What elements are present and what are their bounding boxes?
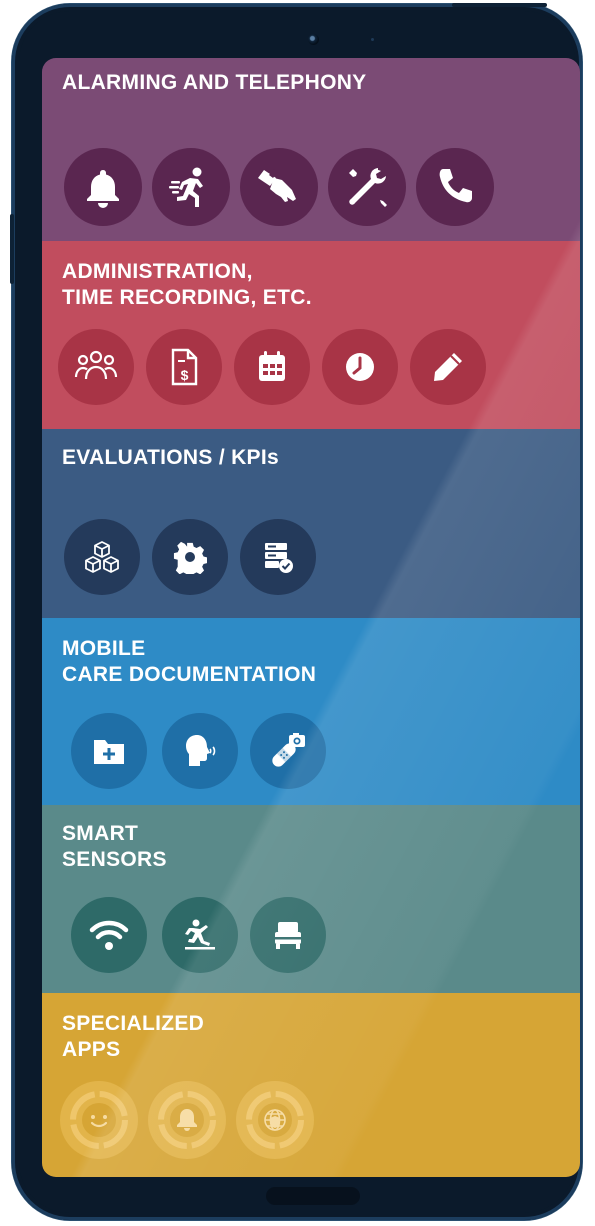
tools-icon[interactable] bbox=[328, 148, 406, 226]
section-title: SMART SENSORS bbox=[62, 822, 167, 871]
bandage-camera-icon[interactable] bbox=[250, 713, 326, 789]
calendar-icon[interactable] bbox=[234, 329, 310, 405]
section-title: MOBILE CARE DOCUMENTATION bbox=[62, 637, 317, 686]
section-evaluations: EVALUATIONS / KPIs bbox=[42, 429, 580, 618]
globe-shield-app-icon[interactable] bbox=[236, 1081, 314, 1159]
folder-plus-icon[interactable] bbox=[71, 713, 147, 789]
phone-icon[interactable] bbox=[416, 148, 494, 226]
wifi-icon[interactable] bbox=[71, 897, 147, 973]
pencil-icon[interactable] bbox=[410, 329, 486, 405]
section-title: ADMINISTRATION, TIME RECORDING, ETC. bbox=[62, 260, 312, 309]
volume-button bbox=[10, 214, 14, 284]
gear-icon[interactable] bbox=[152, 519, 228, 595]
cubes-icon[interactable] bbox=[64, 519, 140, 595]
section-alarming: ALARMING AND TELEPHONY bbox=[42, 58, 580, 241]
proximity-sensor bbox=[371, 38, 374, 41]
running-person-icon[interactable] bbox=[152, 148, 230, 226]
phone-screen: ALARMING AND TELEPHONY ADMINISTRATION, T… bbox=[42, 58, 580, 1177]
front-camera bbox=[308, 34, 319, 45]
fall-detection-icon[interactable] bbox=[162, 897, 238, 973]
bell-icon[interactable] bbox=[64, 148, 142, 226]
wristband-icon[interactable] bbox=[240, 148, 318, 226]
smiley-app-icon[interactable] bbox=[60, 1081, 138, 1159]
clock-icon[interactable] bbox=[322, 329, 398, 405]
section-administration: ADMINISTRATION, TIME RECORDING, ETC. $ bbox=[42, 241, 580, 429]
speaking-head-icon[interactable] bbox=[162, 713, 238, 789]
section-title: EVALUATIONS / KPIs bbox=[62, 446, 279, 469]
group-icon[interactable] bbox=[58, 329, 134, 405]
bell-app-icon[interactable] bbox=[148, 1081, 226, 1159]
section-title: ALARMING AND TELEPHONY bbox=[62, 71, 367, 94]
section-title: SPECIALIZED APPS bbox=[62, 1012, 205, 1061]
bed-icon[interactable] bbox=[250, 897, 326, 973]
server-check-icon[interactable] bbox=[240, 519, 316, 595]
section-specialized-apps: SPECIALIZED APPS bbox=[42, 993, 580, 1177]
svg-text:$: $ bbox=[181, 367, 189, 383]
invoice-icon[interactable]: $ bbox=[146, 329, 222, 405]
home-indicator[interactable] bbox=[266, 1187, 360, 1205]
section-mobile-care: MOBILE CARE DOCUMENTATION bbox=[42, 618, 580, 805]
section-smart-sensors: SMART SENSORS bbox=[42, 805, 580, 993]
power-button bbox=[452, 3, 547, 7]
